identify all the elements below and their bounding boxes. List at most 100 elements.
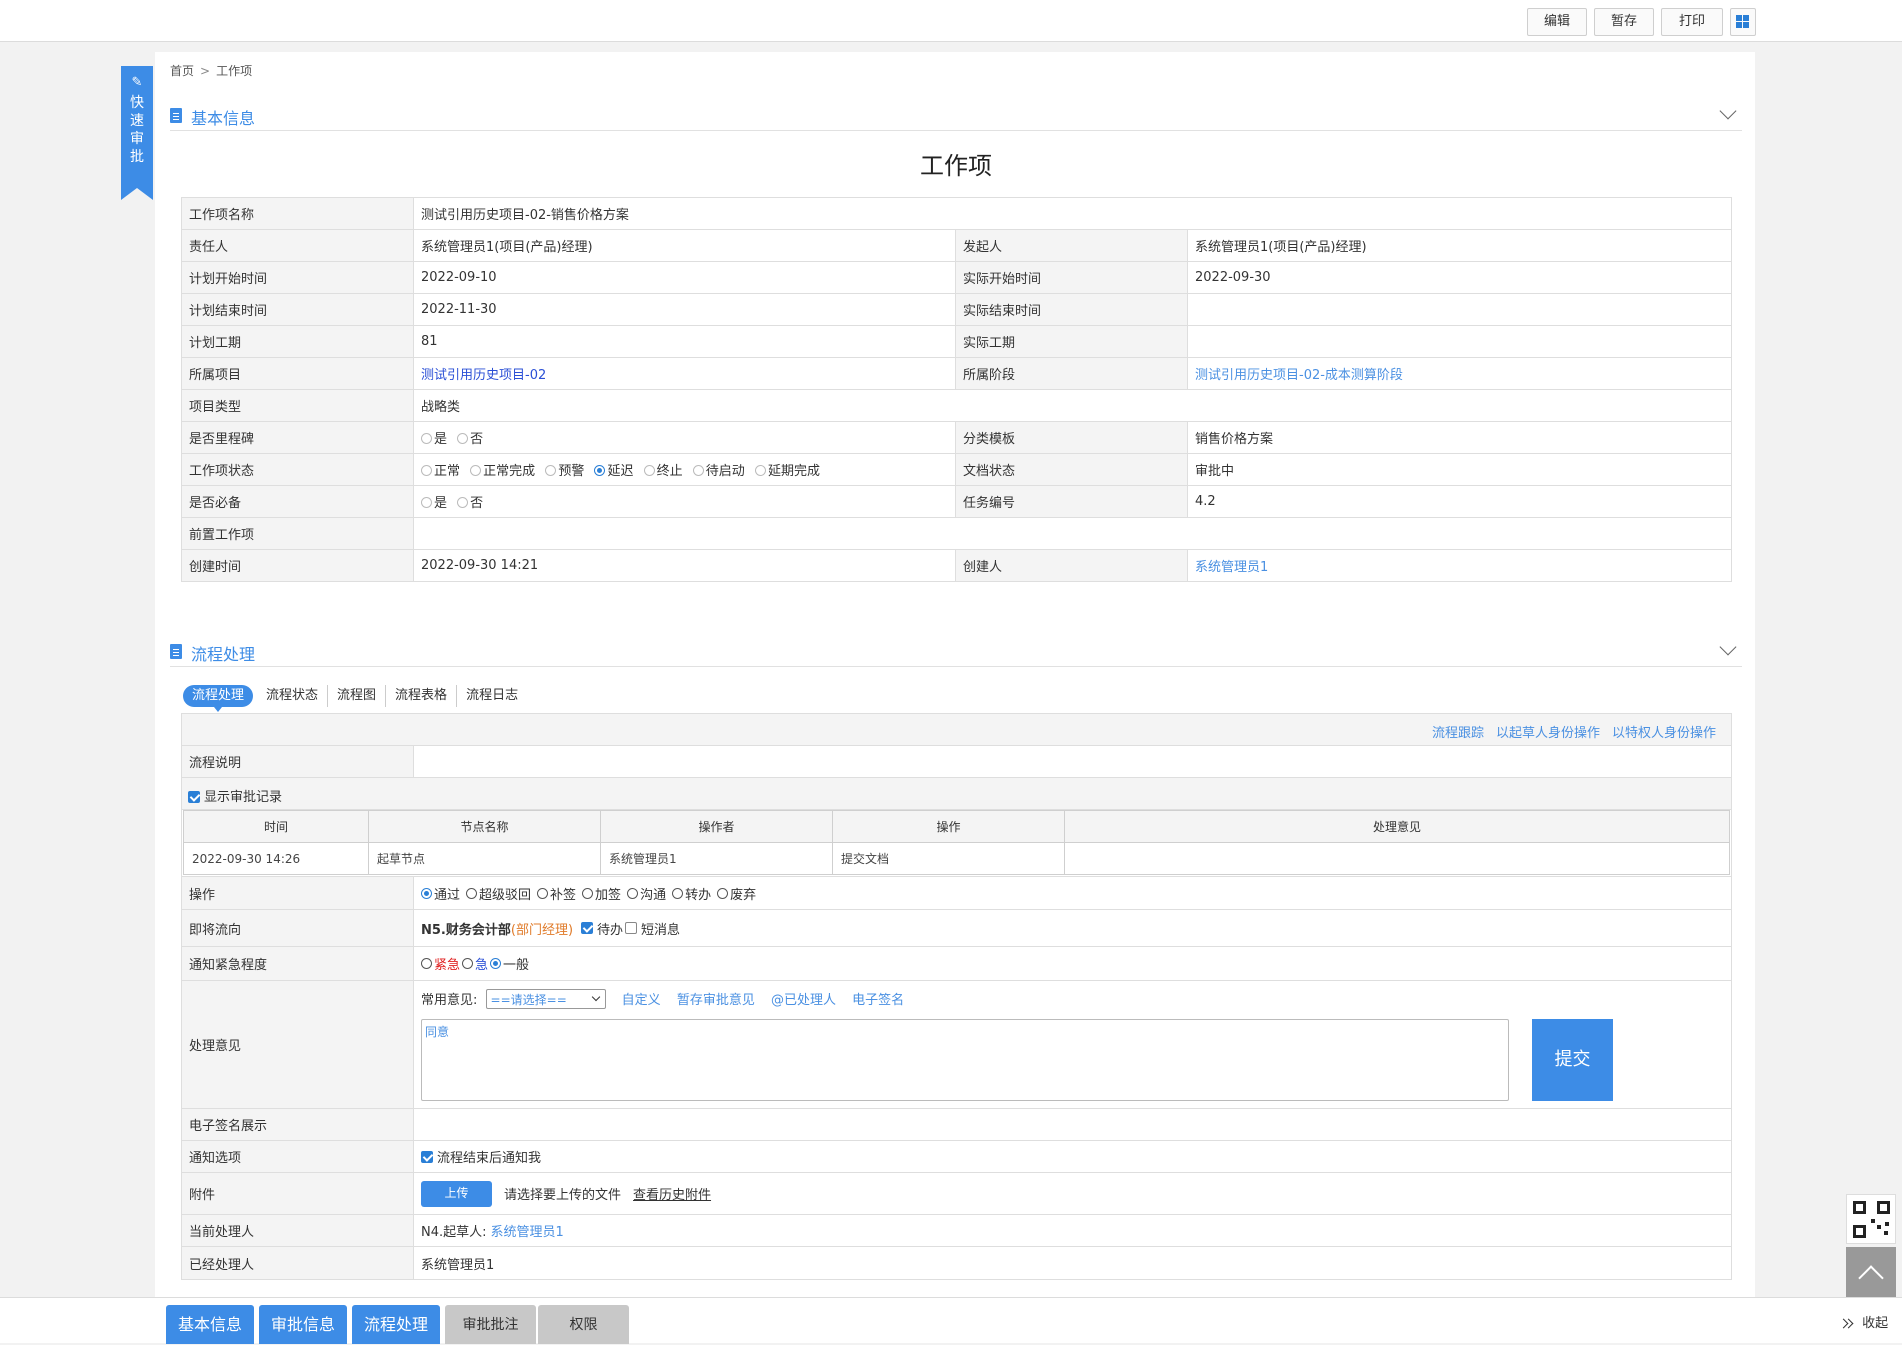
section-title-basic-info: 基本信息 xyxy=(191,109,256,128)
save-draft-button[interactable]: 暂存 xyxy=(1594,8,1654,36)
grid-menu-icon[interactable] xyxy=(1730,8,1756,36)
history-attachment-link[interactable]: 查看历史附件 xyxy=(633,1184,711,1203)
show-records-checkbox[interactable] xyxy=(188,791,200,803)
process-trace-link[interactable]: 流程跟踪 xyxy=(1432,726,1484,741)
act-as-drafter-link[interactable]: 以起草人身份操作 xyxy=(1496,726,1600,741)
log-cell: 起草节点 xyxy=(368,842,601,875)
work-item-info-table: 工作项名称 测试引用历史项目-02-销售价格方案 责任人 系统管理员1(项目(产… xyxy=(181,197,1732,582)
label-plan-start: 计划开始时间 xyxy=(181,261,414,294)
action-radio-selected[interactable] xyxy=(421,887,432,899)
actual-duration-value xyxy=(1187,325,1732,358)
doc-status-value: 审批中 xyxy=(1187,453,1732,486)
tab-process-table[interactable]: 流程表格 xyxy=(386,685,458,707)
status-option-label: 正常 xyxy=(434,464,461,479)
status-radio-selected xyxy=(594,465,606,476)
project-link[interactable]: 测试引用历史项目-02 xyxy=(421,368,546,383)
actual-start-value: 2022-09-30 xyxy=(1187,261,1732,294)
quick-approve-tab[interactable]: ✎ 快速审批 xyxy=(121,66,153,200)
action-radio[interactable] xyxy=(672,887,684,899)
current-handler-link[interactable]: 系统管理员1 xyxy=(491,1221,564,1240)
tab-process-handle[interactable]: 流程处理 xyxy=(183,685,254,712)
back-to-top-icon[interactable] xyxy=(1846,1247,1896,1297)
label-project-type: 项目类型 xyxy=(181,389,414,422)
breadcrumb-home[interactable]: 首页 xyxy=(170,64,194,78)
act-as-privileged-link[interactable]: 以特权人身份操作 xyxy=(1612,726,1716,741)
tab-process-chart[interactable]: 流程图 xyxy=(328,685,387,707)
milestone-no-radio xyxy=(457,433,469,444)
opinion-textarea[interactable]: 同意 xyxy=(421,1019,1509,1101)
urgency-radio[interactable] xyxy=(421,958,432,969)
status-radio-group: 正常 正常完成 预警 延迟 终止 待启动 延期完成 xyxy=(413,453,956,486)
collapse-button[interactable]: 收起 xyxy=(1838,1312,1888,1331)
plan-end-value: 2022-11-30 xyxy=(413,293,956,326)
tab-process-status[interactable]: 流程状态 xyxy=(257,685,329,707)
next-node: N5.财务会计部 xyxy=(421,922,511,938)
action-radio[interactable] xyxy=(582,887,594,899)
urgency-radio-selected[interactable] xyxy=(490,958,502,969)
process-section-header[interactable]: 流程处理 xyxy=(170,637,1742,667)
label-owner: 责任人 xyxy=(181,229,414,262)
notify-checkbox[interactable] xyxy=(421,1150,433,1163)
action-radio-group: 通过 超级驳回 补签 加签 沟通 转办 废弃 xyxy=(414,877,1731,909)
log-header: 节点名称 xyxy=(368,810,601,843)
log-cell xyxy=(1064,842,1730,875)
bottom-tab-basic-info[interactable]: 基本信息 xyxy=(166,1305,254,1344)
top-toolbar: 编辑 暂存 打印 xyxy=(0,0,1902,42)
status-option-label: 延迟 xyxy=(607,464,634,479)
log-cell: 系统管理员1 xyxy=(600,842,833,875)
action-option-label: 补签 xyxy=(550,887,577,903)
tab-process-log[interactable]: 流程日志 xyxy=(457,685,527,707)
creator-link[interactable]: 系统管理员1 xyxy=(1195,560,1268,575)
plan-start-value: 2022-09-10 xyxy=(413,261,956,294)
next-role: (部门经理) xyxy=(510,922,574,938)
plan-duration-value: 81 xyxy=(413,325,956,358)
show-records-label: 显示审批记录 xyxy=(204,790,283,805)
qr-code-icon[interactable] xyxy=(1846,1194,1896,1244)
breadcrumb-current: 工作项 xyxy=(216,64,253,78)
required-yes-radio xyxy=(421,497,432,508)
submit-button[interactable]: 提交 xyxy=(1532,1019,1613,1101)
action-option-label: 超级驳回 xyxy=(479,887,532,903)
chevron-down-icon[interactable] xyxy=(1719,102,1737,120)
chevron-down-icon[interactable] xyxy=(1719,638,1737,656)
process-panel: 流程跟踪 以起草人身份操作 以特权人身份操作 流程说明 显示审批记录 时间 节点名称… xyxy=(181,713,1732,1280)
sms-checkbox[interactable] xyxy=(625,922,638,934)
bottom-tab-permission[interactable]: 权限 xyxy=(538,1305,629,1344)
notify-option-label: 流程结束后通知我 xyxy=(437,1151,542,1166)
action-radio[interactable] xyxy=(537,887,549,899)
label-stage: 所属阶段 xyxy=(955,357,1188,390)
urgency-radio[interactable] xyxy=(462,958,474,969)
print-button[interactable]: 打印 xyxy=(1661,8,1723,36)
basic-info-section-header[interactable]: 基本信息 xyxy=(170,101,1742,131)
action-radio[interactable] xyxy=(627,887,639,899)
breadcrumb: 首页 > 工作项 xyxy=(170,62,252,79)
bottom-tab-annotation[interactable]: 审批批注 xyxy=(445,1305,536,1344)
label-name: 工作项名称 xyxy=(181,197,414,230)
upload-button[interactable]: 上传 xyxy=(421,1180,492,1207)
status-radio xyxy=(470,465,482,476)
status-radio xyxy=(421,465,432,476)
bottom-tab-approval-info[interactable]: 审批信息 xyxy=(259,1305,347,1344)
process-tabs: 流程处理 流程状态 流程图 流程表格 流程日志 xyxy=(183,685,527,713)
created-time-value: 2022-09-30 14:21 xyxy=(413,549,956,582)
milestone-yes-radio xyxy=(421,433,432,444)
status-radio xyxy=(692,465,704,476)
log-header: 时间 xyxy=(183,810,369,843)
label-notify: 通知选项 xyxy=(182,1141,414,1172)
label-esign: 电子签名展示 xyxy=(182,1109,414,1140)
action-radio[interactable] xyxy=(466,887,478,899)
edit-button[interactable]: 编辑 xyxy=(1527,8,1587,36)
required-no-radio xyxy=(457,497,469,508)
label-template: 分类模板 xyxy=(955,421,1188,454)
label-required: 是否必备 xyxy=(181,485,414,518)
todo-checkbox[interactable] xyxy=(581,922,594,934)
bottom-tab-process[interactable]: 流程处理 xyxy=(352,1305,440,1344)
document-icon xyxy=(170,108,182,123)
action-option-label: 通过 xyxy=(434,887,461,903)
label-next: 即将流向 xyxy=(182,910,414,946)
show-records-row: 显示审批记录 xyxy=(182,778,1731,810)
urgency-rush-label: 急 xyxy=(475,958,489,973)
action-radio[interactable] xyxy=(717,887,729,899)
stage-link[interactable]: 测试引用历史项目-02-成本测算阶段 xyxy=(1195,368,1403,383)
log-header: 处理意见 xyxy=(1064,810,1730,843)
